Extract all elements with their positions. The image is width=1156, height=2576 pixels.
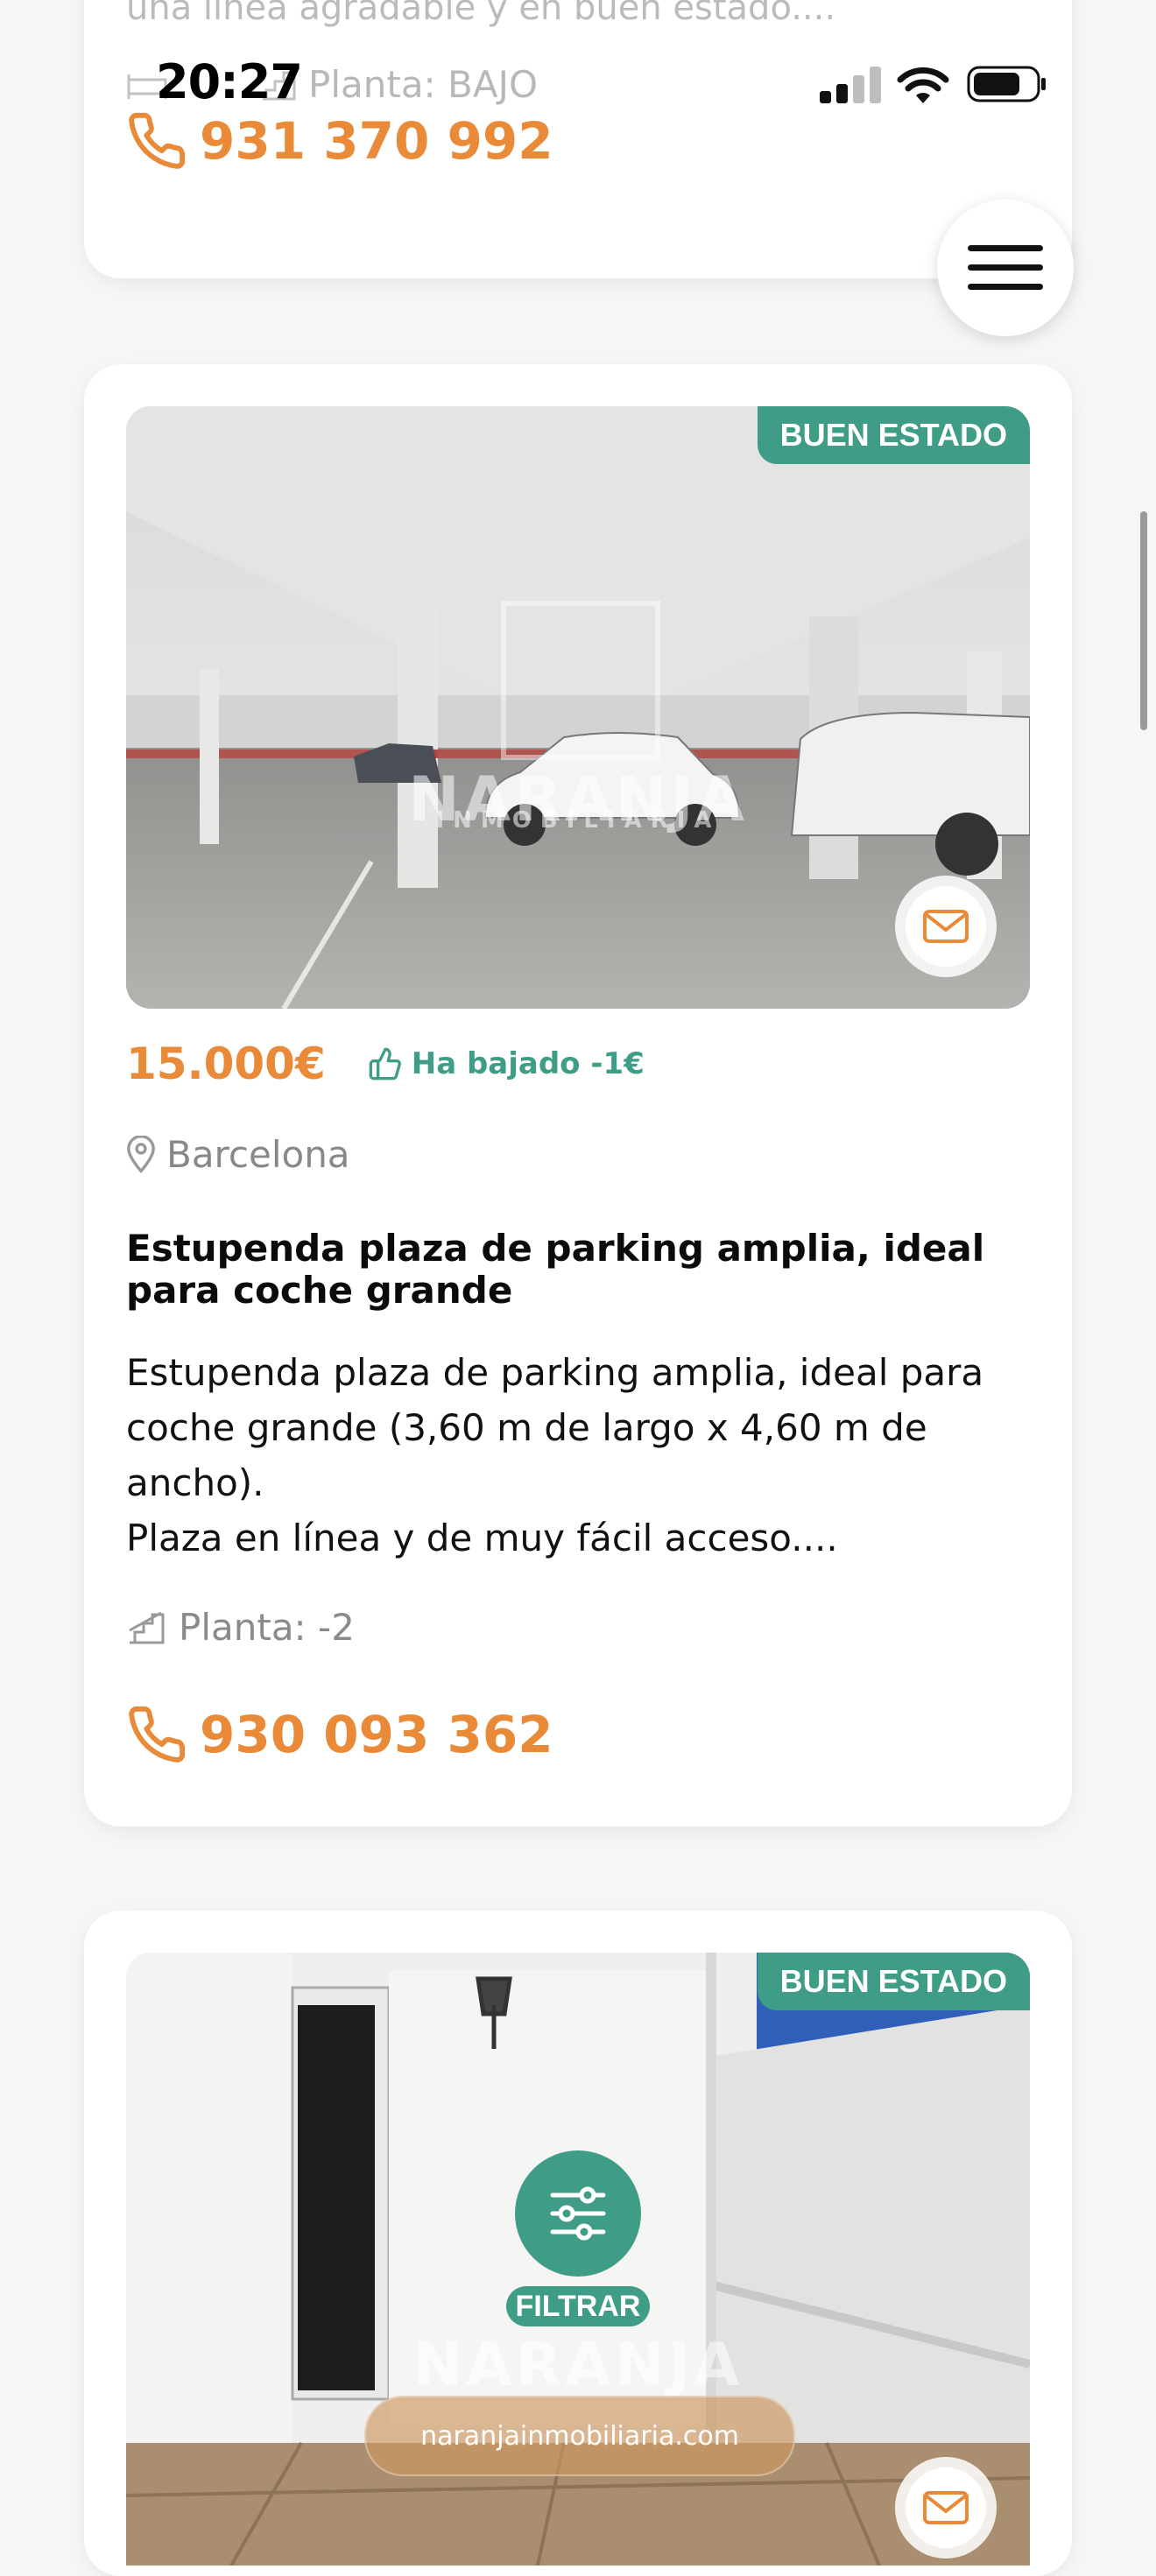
contact-mail-button[interactable] xyxy=(895,876,997,977)
listing-floor: Planta: -2 xyxy=(126,1606,355,1649)
thumbs-up-icon xyxy=(369,1047,401,1080)
listing-location: Barcelona xyxy=(126,1133,350,1176)
phone-icon xyxy=(129,1706,186,1763)
cellular-signal-icon xyxy=(820,65,881,103)
site-url-pill[interactable]: naranjainmobiliaria.com xyxy=(364,2396,795,2476)
condition-badge: BUEN ESTADO xyxy=(757,1953,1030,2010)
listing-location-label: Barcelona xyxy=(166,1133,350,1176)
listing-floor-label: Planta: -2 xyxy=(179,1606,355,1649)
watermark-subtitle: INMOBILIARIA xyxy=(435,807,721,834)
filter-sliders-icon xyxy=(550,2186,606,2241)
listing-title[interactable]: Estupenda plaza de parking amplia, ideal… xyxy=(126,1228,1037,1312)
listing-card[interactable]: NARANJA INMOBILIARIA BUEN ESTADO 15.000€… xyxy=(84,364,1072,1826)
scrollbar-thumb[interactable] xyxy=(1140,511,1147,730)
battery-icon xyxy=(967,66,1046,102)
listing-phone-number: 930 093 362 xyxy=(200,1705,553,1764)
price-row: 15.000€ Ha bajado -1€ xyxy=(126,1038,645,1089)
location-pin-icon xyxy=(127,1135,155,1173)
listing-price: 15.000€ xyxy=(126,1038,326,1089)
mail-icon xyxy=(923,910,969,943)
mail-icon xyxy=(923,2491,969,2524)
contact-mail-button[interactable] xyxy=(895,2457,997,2558)
wifi-icon xyxy=(897,67,949,103)
filter-label[interactable]: FILTRAR xyxy=(506,2286,650,2326)
watermark-logo xyxy=(501,601,660,760)
listing-photo[interactable]: NARANJA INMOBILIARIA BUEN ESTADO xyxy=(126,406,1030,1009)
filter-button[interactable] xyxy=(515,2150,641,2277)
stairs-icon xyxy=(129,1611,165,1643)
listing-phone-link[interactable]: 930 093 362 xyxy=(126,1704,553,1765)
status-bar: 20:27 xyxy=(0,0,1156,166)
watermark-brand: NARANJA xyxy=(412,2331,744,2400)
listing-description: Estupenda plaza de parking amplia, ideal… xyxy=(126,1351,984,1559)
status-time: 20:27 xyxy=(156,54,303,109)
menu-icon xyxy=(968,245,1043,290)
price-drop-label: Ha bajado -1€ xyxy=(411,1046,645,1081)
price-drop-badge: Ha bajado -1€ xyxy=(368,1046,645,1081)
condition-badge: BUEN ESTADO xyxy=(757,406,1030,464)
menu-button[interactable] xyxy=(937,200,1074,336)
